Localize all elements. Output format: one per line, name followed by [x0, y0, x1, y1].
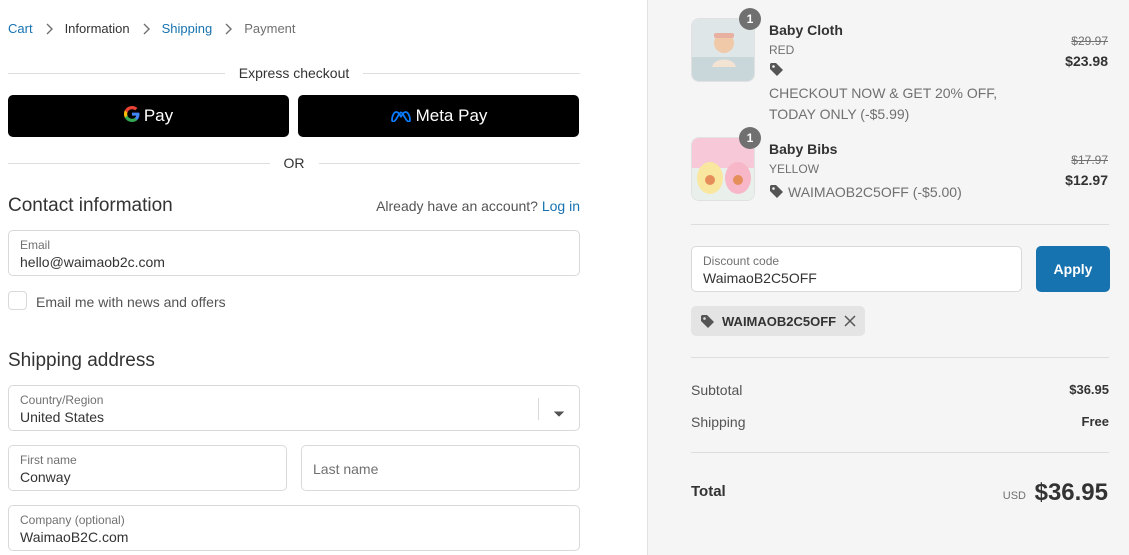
product-variant: YELLOW	[769, 162, 820, 176]
product-discount: CHECKOUT NOW & GET 20% OFF, TODAY ONLY (…	[769, 85, 998, 122]
shipping-value: Free	[1081, 414, 1109, 429]
subtotal-label: Subtotal	[691, 382, 743, 398]
discount-code-label: Discount code	[703, 254, 780, 268]
last-name-placeholder: Last name	[313, 461, 379, 477]
login-link[interactable]: Log in	[542, 198, 580, 214]
breadcrumb: Cart Information Shipping Payment	[8, 21, 296, 36]
sale-price: $12.97	[1065, 172, 1108, 188]
chevron-right-icon	[224, 23, 233, 35]
shipping-title: Shipping address	[8, 350, 155, 371]
order-summary: 1 Baby Cloth RED CHECKOUT NOW & GET 20% …	[647, 0, 1129, 555]
breadcrumb-payment: Payment	[244, 21, 296, 36]
currency-code: USD	[1002, 490, 1026, 502]
or-divider: OR	[8, 155, 580, 171]
discount-code-value: WaimaoB2C5OFF	[703, 270, 817, 286]
google-pay-button[interactable]: Pay	[8, 95, 289, 137]
newsletter-label: Email me with news and offers	[36, 294, 226, 310]
first-name-value: Conway	[20, 469, 71, 485]
product-name: Baby Bibs	[769, 141, 838, 157]
account-prompt: Already have an account? Log in	[376, 198, 580, 214]
email-label: Email	[20, 238, 51, 252]
first-name-field[interactable]: First name Conway	[8, 445, 287, 491]
divider	[691, 452, 1109, 453]
company-value: WaimaoB2C.com	[20, 529, 129, 545]
original-price: $29.97	[1071, 34, 1108, 48]
company-label: Company (optional)	[20, 513, 125, 527]
original-price: $17.97	[1071, 153, 1108, 167]
tag-icon	[700, 314, 715, 329]
breadcrumb-shipping[interactable]: Shipping	[162, 21, 213, 36]
tag-icon	[769, 184, 784, 204]
product-discount: WAIMAOB2C5OFF (-$5.00)	[788, 184, 962, 200]
breadcrumb-cart[interactable]: Cart	[8, 21, 33, 36]
applied-discount-tag: WAIMAOB2C5OFF	[691, 306, 866, 336]
divider	[691, 357, 1109, 358]
total-label: Total	[691, 483, 726, 500]
company-field[interactable]: Company (optional) WaimaoB2C.com	[8, 505, 580, 551]
country-select[interactable]: Country/Region United States	[8, 385, 580, 431]
country-label: Country/Region	[20, 393, 104, 407]
meta-pay-button[interactable]: Meta Pay	[298, 95, 579, 137]
quantity-badge: 1	[739, 127, 761, 149]
shipping-row: Shipping Free	[691, 414, 1109, 430]
newsletter-checkbox[interactable]	[8, 291, 27, 310]
express-checkout-title: Express checkout	[238, 65, 350, 81]
meta-pay-label: Meta Pay	[415, 106, 488, 125]
express-checkout-heading: Express checkout	[8, 65, 580, 81]
contact-title: Contact information	[8, 195, 173, 216]
chevron-right-icon	[45, 23, 53, 35]
email-field[interactable]: Email hello@waimaob2c.com	[8, 230, 580, 276]
product-variant: RED	[769, 43, 795, 57]
account-prompt-text: Already have an account?	[376, 198, 538, 214]
chevron-down-icon	[553, 405, 565, 423]
quantity-badge: 1	[739, 8, 761, 30]
breadcrumb-information: Information	[64, 21, 130, 36]
divider	[691, 224, 1109, 225]
select-divider	[538, 398, 539, 420]
total-amount: $36.95	[1034, 479, 1108, 506]
sale-price: $23.98	[1065, 53, 1108, 69]
discount-code-field[interactable]: Discount code WaimaoB2C5OFF	[691, 246, 1022, 292]
checkout-main: Cart Information Shipping Payment Expres…	[0, 0, 647, 555]
chevron-right-icon	[142, 23, 150, 35]
remove-discount-icon[interactable]	[844, 315, 856, 327]
product-name: Baby Cloth	[769, 22, 843, 38]
meta-logo-icon	[390, 106, 412, 127]
google-g-icon	[123, 105, 140, 127]
subtotal-row: Subtotal $36.95	[691, 382, 1109, 398]
email-value: hello@waimaob2c.com	[20, 254, 165, 270]
first-name-label: First name	[20, 453, 77, 467]
tag-icon	[769, 62, 784, 82]
last-name-field[interactable]: Last name	[301, 445, 580, 491]
or-label: OR	[283, 155, 305, 171]
shipping-label: Shipping	[691, 414, 746, 430]
google-pay-label: Pay	[143, 106, 174, 125]
country-value: United States	[20, 409, 105, 425]
applied-discount-code: WAIMAOB2C5OFF	[722, 313, 837, 329]
apply-button[interactable]: Apply	[1036, 246, 1110, 292]
subtotal-value: $36.95	[1069, 382, 1109, 397]
